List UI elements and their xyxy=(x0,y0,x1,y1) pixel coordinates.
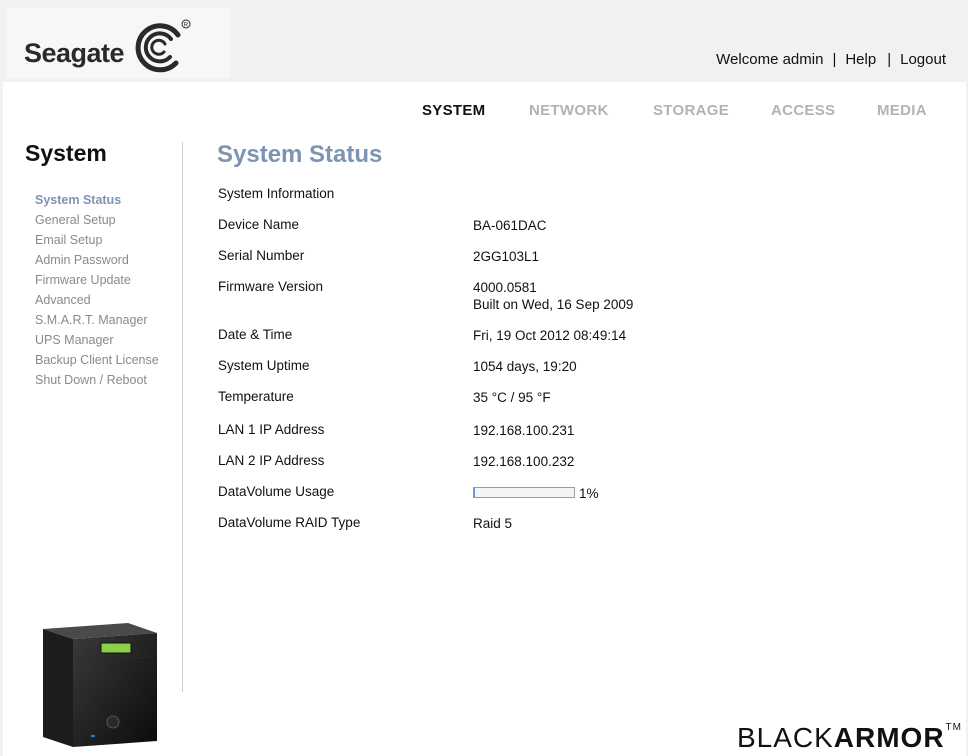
brand-tm: TM xyxy=(945,722,962,733)
help-link[interactable]: Help xyxy=(845,51,876,68)
separator: | xyxy=(887,51,892,68)
sidebar-item-backup-client-license[interactable]: Backup Client License xyxy=(35,352,159,372)
row-label: DataVolume Usage xyxy=(218,484,335,499)
tab-network[interactable]: NETWORK xyxy=(529,102,609,119)
tab-storage[interactable]: STORAGE xyxy=(653,102,729,119)
sidebar-item-advanced[interactable]: Advanced xyxy=(35,292,159,312)
sidebar-item-smart-manager[interactable]: S.M.A.R.T. Manager xyxy=(35,312,159,332)
row-value: Fri, 19 Oct 2012 08:49:14 xyxy=(473,328,627,343)
row-label: Device Name xyxy=(218,217,300,232)
seagate-logo: Seagate R xyxy=(6,8,230,78)
brand-light: BLACK xyxy=(736,722,834,753)
sidebar-item-ups-manager[interactable]: UPS Manager xyxy=(35,332,159,352)
tab-media[interactable]: MEDIA xyxy=(877,102,927,119)
sidebar-item-system-status[interactable]: System Status xyxy=(35,192,159,212)
seagate-swirl-icon: R xyxy=(135,19,191,73)
sidebar-item-general-setup[interactable]: General Setup xyxy=(35,212,159,232)
row-value: 4000.0581 Built on Wed, 16 Sep 2009 xyxy=(473,279,633,313)
page-title: System Status xyxy=(217,141,383,168)
vertical-divider xyxy=(182,142,183,692)
welcome-text: Welcome admin xyxy=(716,51,824,68)
tab-system[interactable]: SYSTEM xyxy=(422,102,485,119)
sidebar-item-email-setup[interactable]: Email Setup xyxy=(35,232,159,252)
row-value: Raid 5 xyxy=(473,516,513,531)
svg-text:R: R xyxy=(184,22,189,28)
sidebar-item-firmware-update[interactable]: Firmware Update xyxy=(35,272,159,292)
row-label: Serial Number xyxy=(218,248,305,263)
row-value: BA-061DAC xyxy=(473,218,547,233)
row-label: LAN 1 IP Address xyxy=(218,422,325,437)
sidebar-title: System xyxy=(25,140,107,166)
firmware-version-number: 4000.0581 xyxy=(473,280,537,295)
row-label: DataVolume RAID Type xyxy=(218,515,361,530)
main-panel: SYSTEM NETWORK STORAGE ACCESS MEDIA Syst… xyxy=(3,82,966,756)
row-value: 1054 days, 19:20 xyxy=(473,359,577,374)
separator: | xyxy=(832,51,837,68)
top-header: Seagate R Welcome admin | Help | Logout xyxy=(0,0,968,82)
usage-percent: 1% xyxy=(579,485,599,501)
main-nav: SYSTEM NETWORK STORAGE ACCESS MEDIA xyxy=(3,102,966,126)
tab-access[interactable]: ACCESS xyxy=(771,102,835,119)
row-label: Date & Time xyxy=(218,327,293,342)
row-label: System Uptime xyxy=(218,358,310,373)
usage-progress-bar xyxy=(473,486,575,498)
row-label: Temperature xyxy=(218,389,294,404)
user-links: Welcome admin | Help | Logout xyxy=(716,51,946,68)
usage-progress-fill xyxy=(474,487,475,497)
nas-device-image xyxy=(43,623,157,747)
sidebar-item-shut-down-reboot[interactable]: Shut Down / Reboot xyxy=(35,372,159,392)
row-value: 1% xyxy=(473,484,599,502)
firmware-build-date: Built on Wed, 16 Sep 2009 xyxy=(473,297,634,312)
section-heading: System Information xyxy=(218,186,335,201)
row-value: 192.168.100.232 xyxy=(473,454,575,469)
row-label: Firmware Version xyxy=(218,279,324,294)
sidebar-item-admin-password[interactable]: Admin Password xyxy=(35,252,159,272)
row-value: 2GG103L1 xyxy=(473,249,540,264)
logout-link[interactable]: Logout xyxy=(900,51,946,68)
brand-bold: ARMOR xyxy=(833,722,945,753)
row-value: 192.168.100.231 xyxy=(473,423,575,438)
row-label: LAN 2 IP Address xyxy=(218,453,325,468)
blackarmor-logo: BLACKARMORTM xyxy=(737,722,962,754)
sidebar-menu: System Status General Setup Email Setup … xyxy=(35,192,159,392)
seagate-logo-text: Seagate xyxy=(24,38,125,68)
row-value: 35 °C / 95 °F xyxy=(473,390,551,405)
